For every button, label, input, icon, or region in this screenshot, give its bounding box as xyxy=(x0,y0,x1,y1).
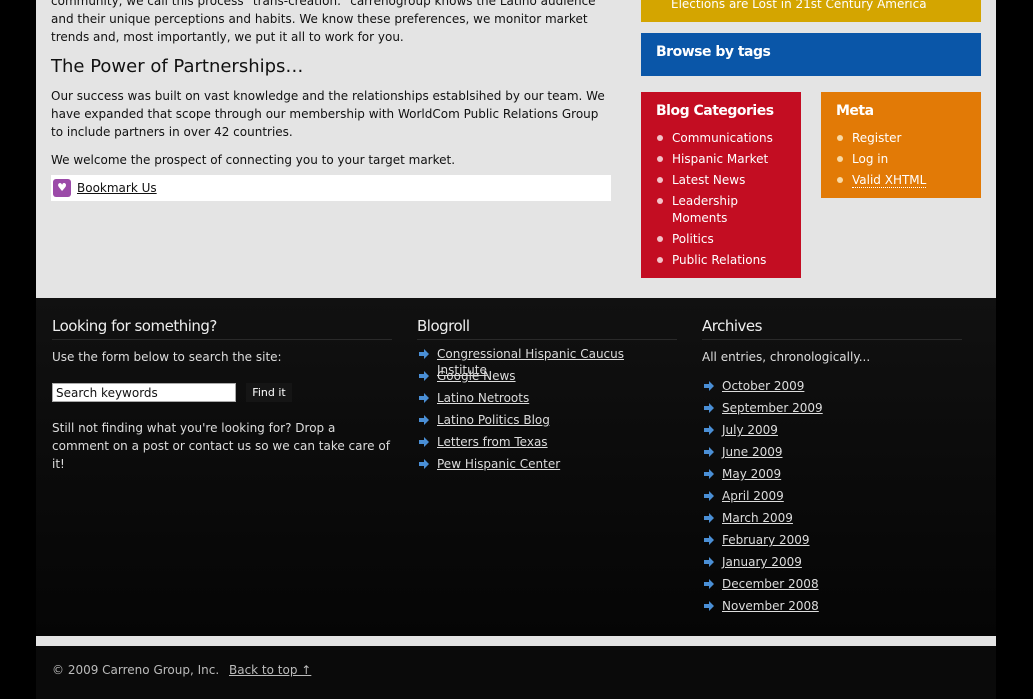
search-widget-title: Looking for something? xyxy=(52,317,217,335)
blogroll-list: Congressional Hispanic Caucus Institute G… xyxy=(417,346,677,478)
search-instructions: Use the form below to search the site: xyxy=(52,350,282,364)
footer-divider xyxy=(36,636,996,646)
copyright: © 2009 Carreno Group, Inc. Back to top ↑ xyxy=(52,663,311,677)
browse-tags-title[interactable]: Browse by tags xyxy=(656,44,771,60)
archive-link[interactable]: January 2009 xyxy=(722,555,802,569)
welcome-paragraph: We welcome the prospect of connecting yo… xyxy=(51,153,456,167)
arrow-right-icon xyxy=(419,371,429,381)
featured-post-box: Elections are Lost in 21st Century Ameri… xyxy=(641,0,981,22)
category-item[interactable]: Politics xyxy=(656,231,796,248)
arrow-right-icon xyxy=(704,381,714,391)
list-item: January 2009 xyxy=(702,554,823,576)
archive-link[interactable]: July 2009 xyxy=(722,423,778,437)
copyright-text: © 2009 Carreno Group, Inc. xyxy=(52,663,220,677)
category-list: Communications Hispanic Market Latest Ne… xyxy=(656,130,796,273)
blogroll-link[interactable]: Latino Politics Blog xyxy=(437,413,550,427)
arrow-right-icon xyxy=(704,535,714,545)
blogroll-link[interactable]: Google News xyxy=(437,369,516,383)
arrow-right-icon xyxy=(419,415,429,425)
list-item: Congressional Hispanic Caucus Institute xyxy=(417,346,677,377)
blogroll-link[interactable]: Latino Netroots xyxy=(437,391,529,405)
arrow-right-icon xyxy=(704,579,714,589)
list-item: April 2009 xyxy=(702,488,823,510)
divider xyxy=(702,339,962,340)
list-item: December 2008 xyxy=(702,576,823,598)
arrow-right-icon xyxy=(704,403,714,413)
blogroll-link[interactable]: Letters from Texas xyxy=(437,435,548,449)
list-item: Pew Hispanic Center xyxy=(417,456,677,478)
list-item: June 2009 xyxy=(702,444,823,466)
arrow-right-icon xyxy=(704,469,714,479)
arrow-right-icon xyxy=(419,437,429,447)
meta-item-register[interactable]: Register xyxy=(836,130,976,147)
list-item: July 2009 xyxy=(702,422,823,444)
browse-tags-box[interactable]: Browse by tags xyxy=(641,33,981,76)
archive-link[interactable]: April 2009 xyxy=(722,489,784,503)
section-heading: The Power of Partnerships… xyxy=(51,56,304,77)
search-help-text: Still not finding what you're looking fo… xyxy=(52,421,390,471)
search-input[interactable] xyxy=(52,383,236,402)
list-item: February 2009 xyxy=(702,532,823,554)
blogroll-title: Blogroll xyxy=(417,317,470,335)
blog-categories-box: Blog Categories Communications Hispanic … xyxy=(641,92,801,278)
blogroll-link[interactable]: Pew Hispanic Center xyxy=(437,457,560,471)
search-form: Find it xyxy=(52,383,292,402)
category-item[interactable]: Latest News xyxy=(656,172,796,189)
arrow-right-icon xyxy=(704,557,714,567)
archives-list: October 2009 September 2009 July 2009 June … xyxy=(702,378,823,620)
archive-link[interactable]: September 2009 xyxy=(722,401,823,415)
arrow-right-icon xyxy=(419,349,429,359)
list-item: Letters from Texas xyxy=(417,434,677,456)
category-item[interactable]: Hispanic Market xyxy=(656,151,796,168)
arrow-right-icon xyxy=(704,447,714,457)
archives-note: All entries, chronologically... xyxy=(702,350,871,364)
list-item: May 2009 xyxy=(702,466,823,488)
list-item: Latino Netroots xyxy=(417,390,677,412)
blog-categories-title: Blog Categories xyxy=(656,103,774,119)
arrow-right-icon xyxy=(419,393,429,403)
intro-text: community, we call this process "trans-c… xyxy=(51,0,596,44)
list-item: September 2009 xyxy=(702,400,823,422)
footer-widgets: Looking for something? Use the form belo… xyxy=(36,298,996,636)
list-item: November 2008 xyxy=(702,598,823,620)
category-item[interactable]: Public Relations xyxy=(656,252,796,269)
heart-icon[interactable]: ♥ xyxy=(53,179,71,197)
meta-item-valid-xhtml[interactable]: Valid XHTML xyxy=(836,172,976,189)
archive-link[interactable]: October 2009 xyxy=(722,379,804,393)
list-item: March 2009 xyxy=(702,510,823,532)
partnership-paragraph: Our success was built on vast knowledge … xyxy=(51,89,605,139)
archive-link[interactable]: March 2009 xyxy=(722,511,793,525)
list-item: Latino Politics Blog xyxy=(417,412,677,434)
category-item[interactable]: Communications xyxy=(656,130,796,147)
archive-link[interactable]: February 2009 xyxy=(722,533,810,547)
bookmark-link[interactable]: Bookmark Us xyxy=(77,179,157,197)
site-footer: © 2009 Carreno Group, Inc. Back to top ↑ xyxy=(36,646,996,699)
list-item: Google News xyxy=(417,368,677,390)
back-to-top-link[interactable]: Back to top ↑ xyxy=(229,663,311,677)
valid-xhtml-label[interactable]: Valid XHTML xyxy=(852,173,927,188)
archive-link[interactable]: June 2009 xyxy=(722,445,783,459)
arrow-right-icon xyxy=(704,601,714,611)
featured-post-link[interactable]: Elections are Lost in 21st Century Ameri… xyxy=(671,0,927,11)
arrow-right-icon xyxy=(704,425,714,435)
meta-box: Meta Register Log in Valid XHTML xyxy=(821,92,981,198)
arrow-right-icon xyxy=(704,513,714,523)
arrow-right-icon xyxy=(419,459,429,469)
list-item: October 2009 xyxy=(702,378,823,400)
bookmark-bar: ♥ Bookmark Us xyxy=(51,175,611,201)
arrow-right-icon xyxy=(704,491,714,501)
archives-title: Archives xyxy=(702,317,762,335)
content-area: community, we call this process "trans-c… xyxy=(36,0,996,298)
meta-list: Register Log in Valid XHTML xyxy=(836,130,976,193)
divider xyxy=(417,339,677,340)
find-it-button[interactable]: Find it xyxy=(246,383,292,402)
archive-link[interactable]: November 2008 xyxy=(722,599,819,613)
divider xyxy=(52,339,392,340)
archive-link[interactable]: May 2009 xyxy=(722,467,781,481)
meta-title: Meta xyxy=(836,103,874,119)
meta-item-login[interactable]: Log in xyxy=(836,151,976,168)
page: community, we call this process "trans-c… xyxy=(36,0,996,699)
category-item[interactable]: Leadership Moments xyxy=(656,193,796,227)
archive-link[interactable]: December 2008 xyxy=(722,577,819,591)
